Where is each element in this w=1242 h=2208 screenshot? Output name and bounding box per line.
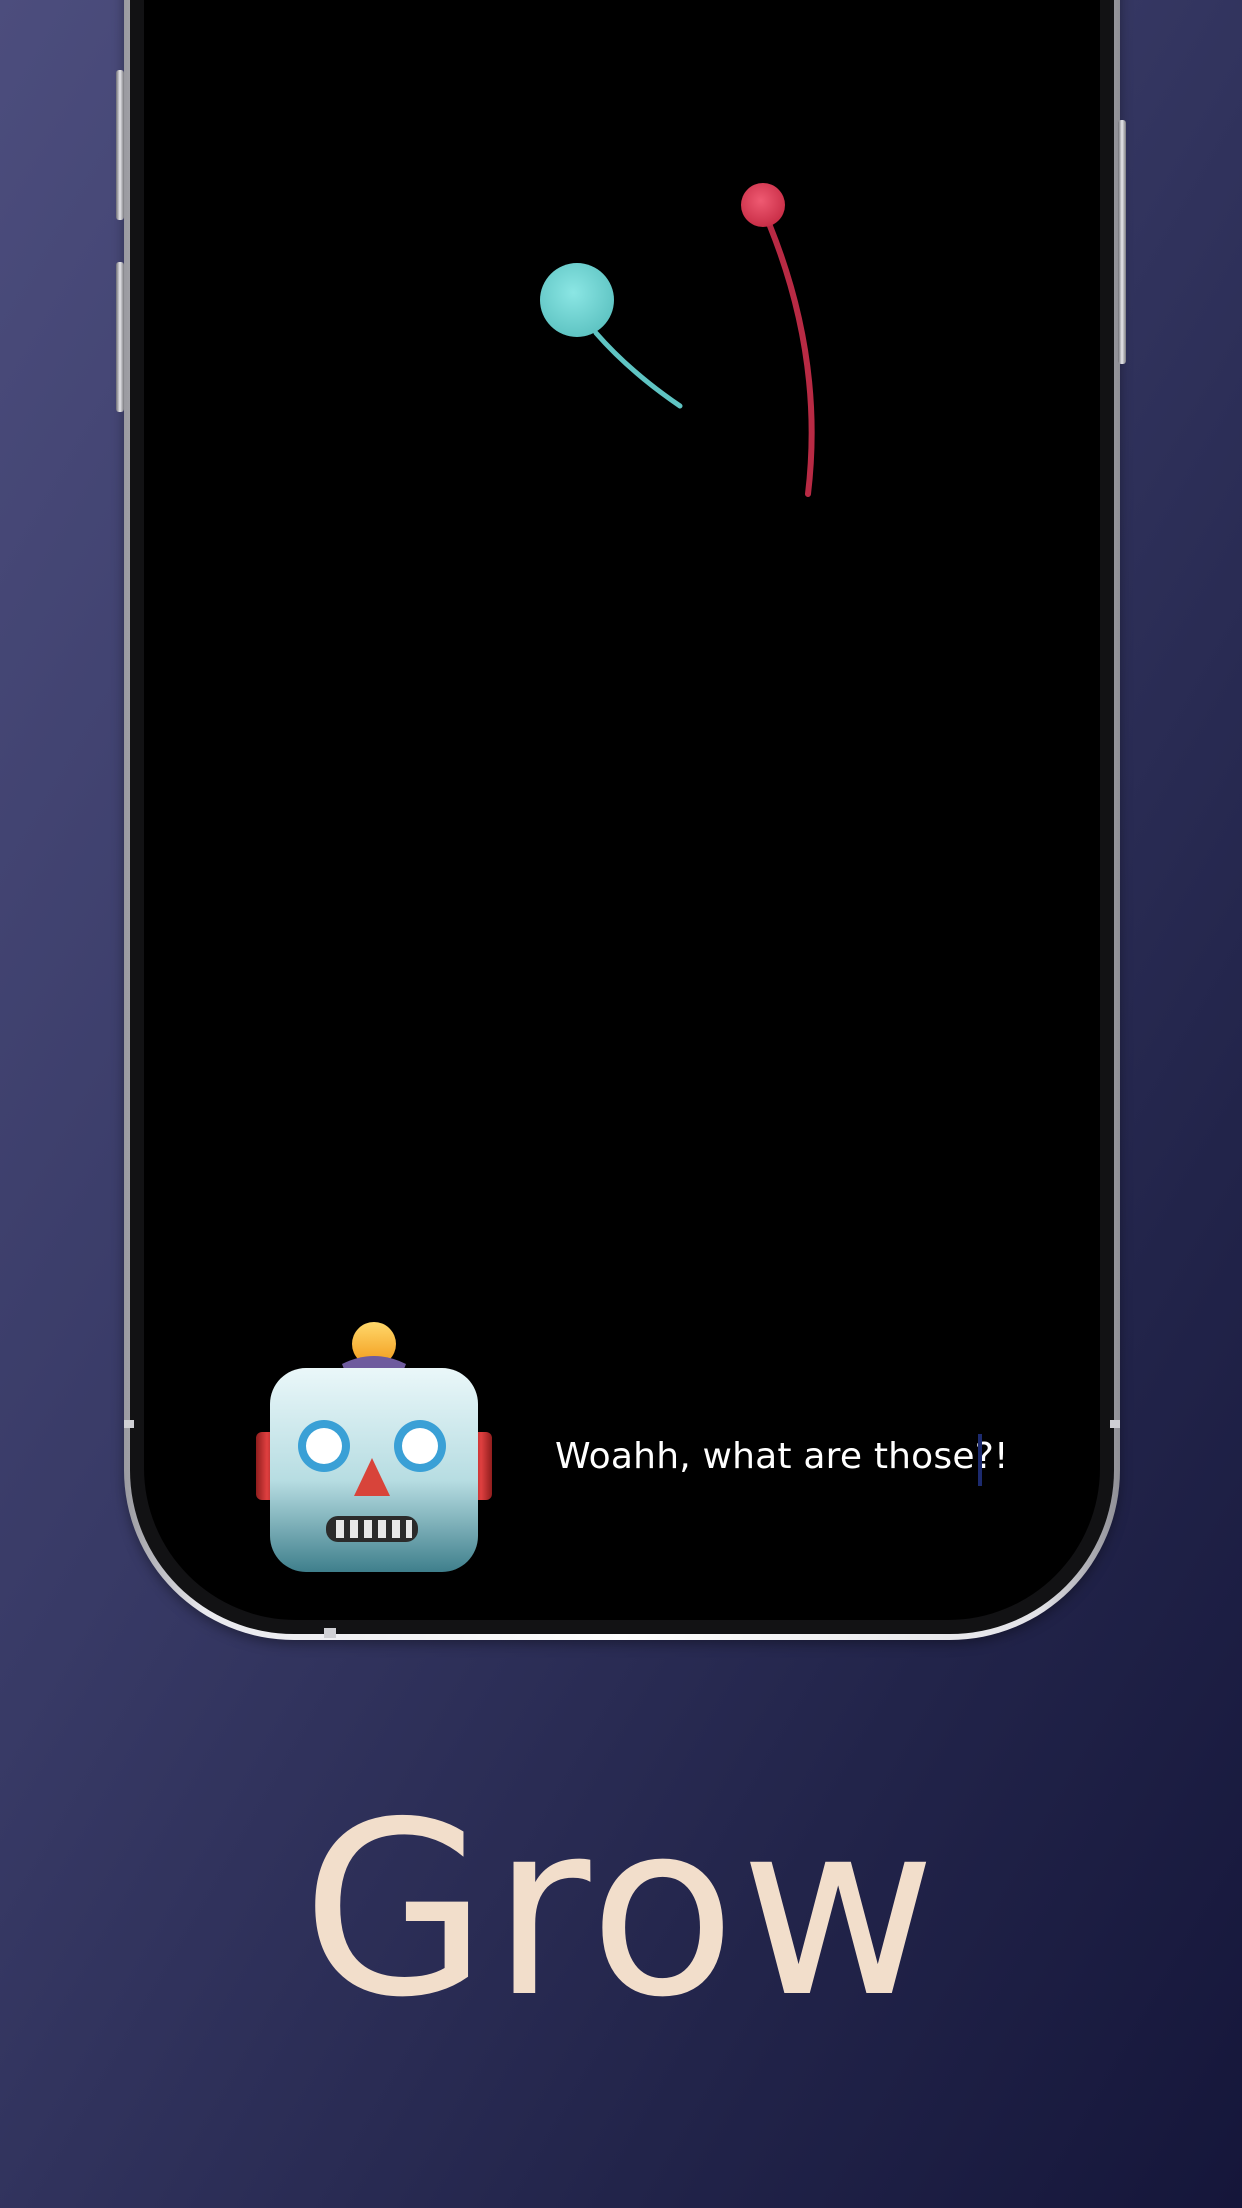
teal-particle[interactable] — [540, 263, 614, 337]
particle-canvas — [540, 183, 815, 497]
robot-face-icon — [256, 1322, 492, 1572]
red-particle-trail — [767, 223, 815, 497]
robot-dialog-text: Woahh, what are those?! — [555, 1436, 1009, 1477]
typing-cursor — [978, 1434, 982, 1486]
red-particle[interactable] — [741, 183, 785, 227]
teal-particle-trail — [593, 330, 683, 409]
page-title: Grow — [301, 1770, 941, 2050]
